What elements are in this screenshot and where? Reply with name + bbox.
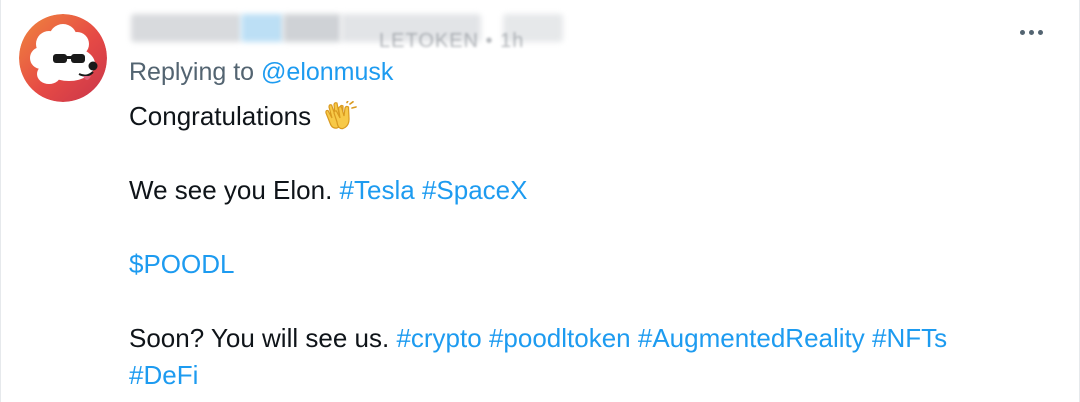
hashtag-augmentedreality[interactable]: #AugmentedReality bbox=[638, 323, 865, 353]
more-options-icon[interactable] bbox=[1011, 18, 1051, 46]
redacted-handle bbox=[283, 14, 341, 42]
tweet-line-we-see-you: We see you Elon. #Tesla #SpaceX bbox=[129, 172, 1049, 209]
clapping-hands-icon bbox=[322, 100, 358, 131]
hashtag-defi[interactable]: #DeFi bbox=[129, 360, 198, 390]
we-see-you-text: We see you Elon. bbox=[129, 175, 333, 205]
author-header-redacted[interactable]: LETOKEN • 1h bbox=[131, 10, 571, 52]
replying-to: Replying to @elonmusk bbox=[129, 58, 393, 87]
hashtag-crypto[interactable]: #crypto bbox=[396, 323, 481, 353]
replying-to-label: Replying to bbox=[129, 58, 255, 86]
tweet-text: Congratulations We see you Elon. #Tesla … bbox=[129, 98, 1049, 394]
header-residue-text: LETOKEN • 1h bbox=[379, 30, 525, 52]
hashtag-poodltoken[interactable]: #poodltoken bbox=[489, 323, 631, 353]
tweet-line-soon: Soon? You will see us. #crypto #poodltok… bbox=[129, 320, 1049, 394]
congratulations-text: Congratulations bbox=[129, 101, 312, 131]
tweet-card: LETOKEN • 1h Replying to @elonmusk Congr… bbox=[0, 0, 1080, 402]
cashtag-poodl[interactable]: $POODL bbox=[129, 249, 235, 279]
hashtag-tesla[interactable]: #Tesla bbox=[340, 175, 415, 205]
hashtag-spacex[interactable]: #SpaceX bbox=[422, 175, 528, 205]
redacted-display-name bbox=[131, 14, 241, 42]
poodle-avatar-icon[interactable] bbox=[19, 14, 107, 102]
mention-link[interactable]: @elonmusk bbox=[261, 58, 393, 86]
tweet-line-congratulations: Congratulations bbox=[129, 98, 1049, 135]
redacted-verified-area bbox=[241, 14, 283, 42]
hashtag-nfts[interactable]: #NFTs bbox=[872, 323, 947, 353]
soon-text: Soon? You will see us. bbox=[129, 323, 390, 353]
tweet-line-cashtag: $POODL bbox=[129, 246, 1049, 283]
